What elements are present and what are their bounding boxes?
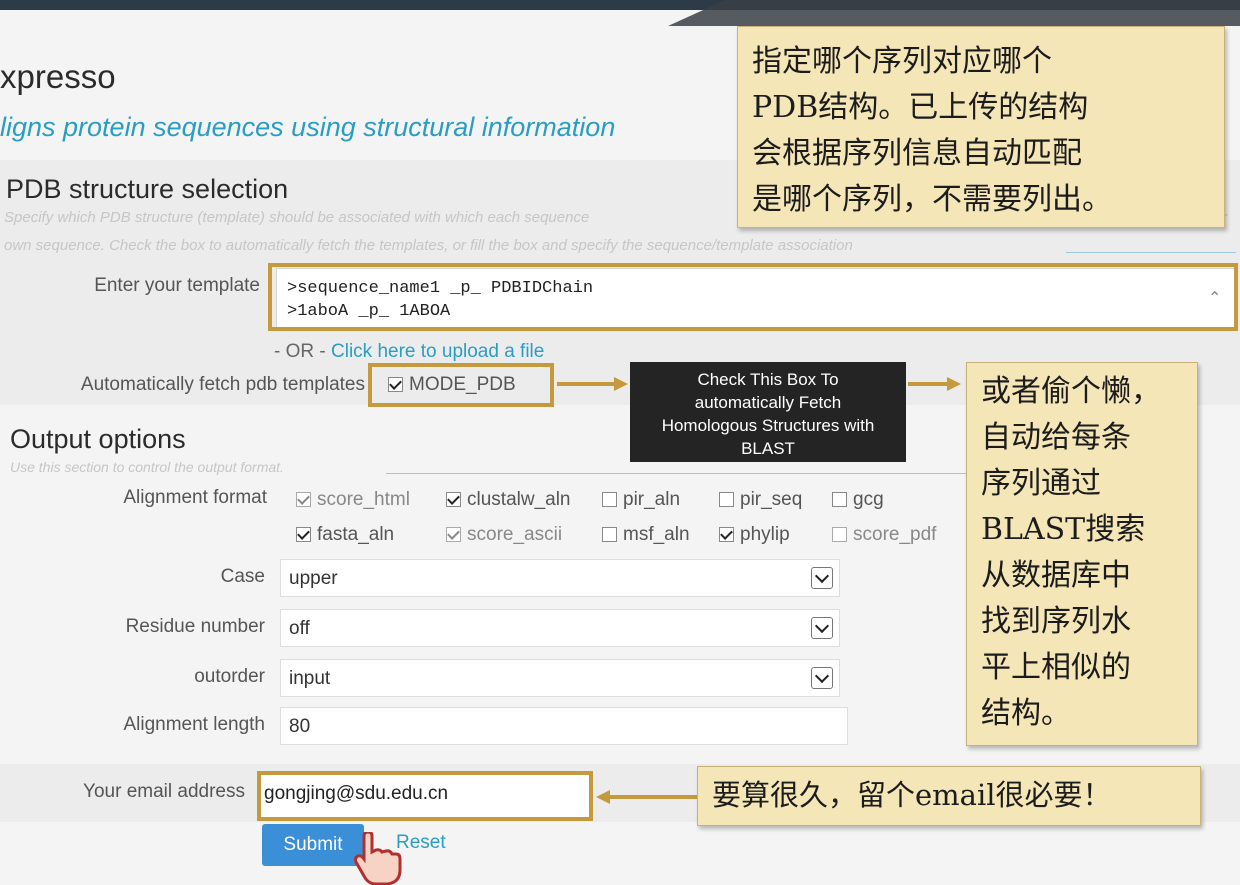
format-option-gcg[interactable]: gcg xyxy=(832,489,884,511)
alignment-length-label: Alignment length xyxy=(123,714,265,735)
annotation-note-email-text: 要算很久，留个email很必要！ xyxy=(712,778,1112,812)
outorder-value: input xyxy=(289,668,331,689)
arrow-head-icon xyxy=(947,377,961,391)
chevron-down-icon[interactable] xyxy=(811,617,833,639)
format-option-label: phylip xyxy=(740,524,790,545)
checkbox-icon[interactable] xyxy=(602,492,617,507)
annotation-note-email: 要算很久，留个email很必要！ xyxy=(697,766,1201,826)
fetch-tooltip-text: Check This Box To automatically Fetch Ho… xyxy=(661,370,875,458)
submit-button[interactable]: Submit xyxy=(262,824,364,866)
annotation-note-template: 指定哪个序列对应哪个 PDB结构。已上传的结构 会根据序列信息自动匹配 是哪个序… xyxy=(737,26,1225,228)
format-option-score-ascii[interactable]: score_ascii xyxy=(446,524,562,546)
annotation-note-fetch-text: 或者偷个懒， 自动给每条 序列通过 BLAST搜索 从数据库中 找到序列水 平上… xyxy=(981,374,1161,731)
section-divider xyxy=(1066,252,1236,253)
alignment-length-input[interactable]: 80 xyxy=(280,707,848,745)
format-option-clustalw-aln[interactable]: clustalw_aln xyxy=(446,489,571,511)
checkbox-icon[interactable] xyxy=(602,527,617,542)
output-divider xyxy=(386,473,966,474)
fetch-label: Automatically fetch pdb templates xyxy=(80,374,365,395)
header-logo-shape xyxy=(668,0,1240,26)
upload-row: - OR - Click here to upload a file xyxy=(274,341,544,363)
format-option-fasta-aln[interactable]: fasta_aln xyxy=(296,524,394,546)
checkbox-icon[interactable] xyxy=(296,492,311,507)
chevron-down-icon[interactable] xyxy=(811,567,833,589)
checkbox-icon[interactable] xyxy=(446,527,461,542)
case-label: Case xyxy=(220,566,265,587)
arrow-icon xyxy=(908,382,950,386)
format-option-label: pir_seq xyxy=(740,489,803,510)
alignment-format-label: Alignment format xyxy=(123,487,267,508)
residue-number-label: Residue number xyxy=(125,616,265,637)
template-label: Enter your template xyxy=(94,275,260,296)
email-label: Your email address xyxy=(83,781,245,802)
format-option-pir-aln[interactable]: pir_aln xyxy=(602,489,680,511)
format-option-label: gcg xyxy=(853,489,884,510)
pdb-help-line1: Specify which PDB structure (template) s… xyxy=(4,209,590,226)
arrow-icon xyxy=(608,795,698,799)
residue-number-select[interactable]: off xyxy=(280,609,840,647)
format-option-msf-aln[interactable]: msf_aln xyxy=(602,524,690,546)
checkbox-icon[interactable] xyxy=(832,527,847,542)
upload-file-link[interactable]: Click here to upload a file xyxy=(331,341,544,362)
email-highlight xyxy=(257,771,593,821)
checkbox-icon[interactable] xyxy=(719,527,734,542)
case-select[interactable]: upper xyxy=(280,559,840,597)
page-subtitle: ligns protein sequences using structural… xyxy=(0,112,616,142)
format-option-label: pir_aln xyxy=(623,489,681,510)
format-option-label: score_ascii xyxy=(467,524,563,545)
checkbox-icon[interactable] xyxy=(296,527,311,542)
arrow-icon xyxy=(557,382,617,386)
output-help: Use this section to control the output f… xyxy=(10,459,284,475)
case-value: upper xyxy=(289,568,338,589)
output-section-title: Output options xyxy=(10,424,186,454)
format-option-score-html[interactable]: score_html xyxy=(296,489,410,511)
format-option-label: fasta_aln xyxy=(317,524,395,545)
fetch-tooltip: Check This Box To automatically Fetch Ho… xyxy=(630,362,906,462)
checkbox-icon[interactable] xyxy=(446,492,461,507)
template-highlight xyxy=(268,263,1238,331)
chevron-down-icon[interactable] xyxy=(811,667,833,689)
arrow-head-icon xyxy=(614,377,628,391)
checkbox-icon[interactable] xyxy=(719,492,734,507)
or-prefix: - OR - xyxy=(274,341,326,362)
hand-cursor-icon xyxy=(353,832,402,885)
format-option-label: msf_aln xyxy=(623,524,690,545)
annotation-note-template-text: 指定哪个序列对应哪个 PDB结构。已上传的结构 会根据序列信息自动匹配 是哪个序… xyxy=(752,44,1112,217)
format-option-label: clustalw_aln xyxy=(467,489,571,510)
pdb-help-line2: own sequence. Check the box to automatic… xyxy=(4,237,853,254)
format-option-label: score_html xyxy=(317,489,410,510)
format-option-score-pdf[interactable]: score_pdf xyxy=(832,524,936,546)
checkbox-icon[interactable] xyxy=(832,492,847,507)
format-option-pir-seq[interactable]: pir_seq xyxy=(719,489,802,511)
page-title: xpresso xyxy=(0,58,116,95)
residue-number-value: off xyxy=(289,618,310,639)
outorder-label: outorder xyxy=(194,666,265,687)
annotation-note-fetch: 或者偷个懒， 自动给每条 序列通过 BLAST搜索 从数据库中 找到序列水 平上… xyxy=(966,362,1198,746)
format-option-phylip[interactable]: phylip xyxy=(719,524,790,546)
format-option-label: score_pdf xyxy=(853,524,937,545)
outorder-select[interactable]: input xyxy=(280,659,840,697)
pdb-section-title: PDB structure selection xyxy=(6,174,289,204)
mode-pdb-highlight xyxy=(368,363,554,407)
